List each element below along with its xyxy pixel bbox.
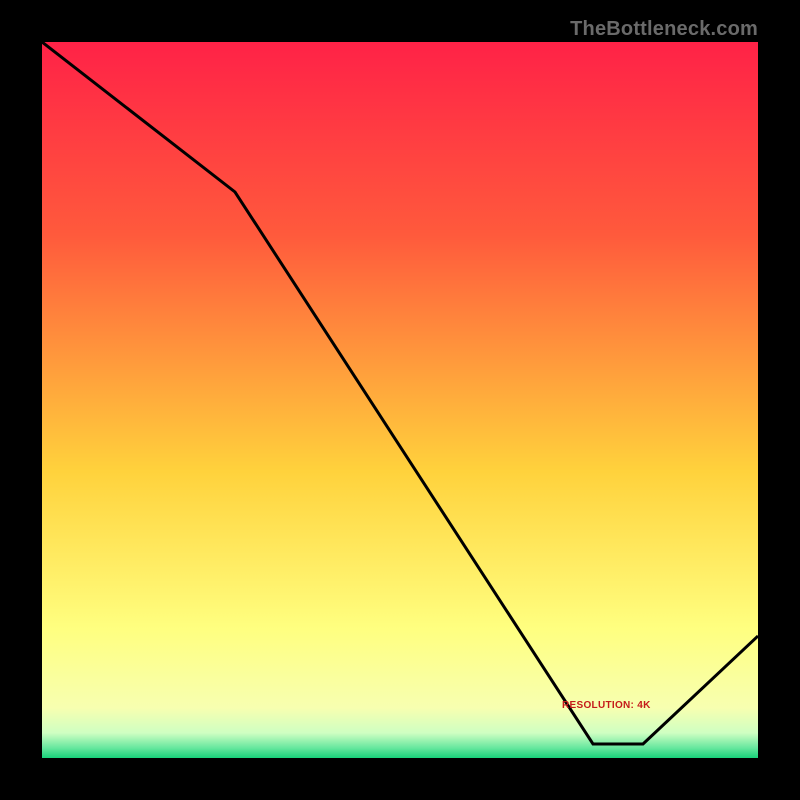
chart-svg — [42, 42, 758, 758]
resolution-annotation: RESOLUTION: 4K — [562, 700, 651, 711]
chart-frame: TheBottleneck.com RESOLUTION: 4K — [0, 0, 800, 800]
source-attribution: TheBottleneck.com — [570, 18, 758, 41]
plot-area — [42, 42, 758, 758]
gradient-background — [42, 42, 758, 758]
